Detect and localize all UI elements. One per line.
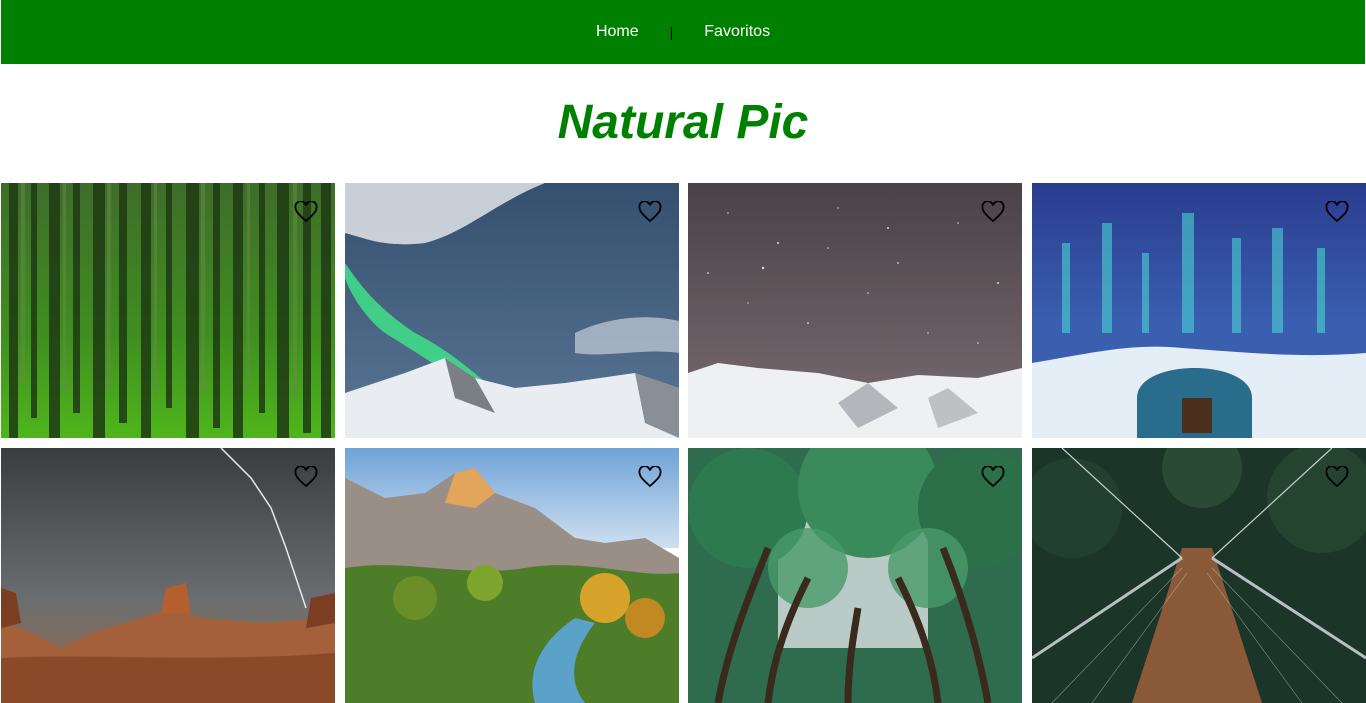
photo-card[interactable] xyxy=(345,183,679,438)
aurora-mountain-photo xyxy=(345,183,679,438)
suspension-bridge-photo xyxy=(1032,448,1366,703)
favorite-heart-icon[interactable] xyxy=(294,201,318,223)
photo-card[interactable] xyxy=(688,448,1022,703)
photo-card[interactable] xyxy=(688,183,1022,438)
canyon-river-photo xyxy=(345,448,679,703)
tree-tunnel-photo xyxy=(688,448,1022,703)
favorite-heart-icon[interactable] xyxy=(638,201,662,223)
favorite-heart-icon[interactable] xyxy=(981,201,1005,223)
favorite-heart-icon[interactable] xyxy=(981,466,1005,488)
favorite-heart-icon[interactable] xyxy=(1325,466,1349,488)
desert-lightning-photo xyxy=(1,448,335,703)
forest-photo xyxy=(1,183,335,438)
photo-card[interactable] xyxy=(1,448,335,703)
page-title: Natural Pic xyxy=(557,96,809,149)
navbar: Home | Favoritos xyxy=(1,0,1365,64)
aurora-igloo-photo xyxy=(1032,183,1366,438)
photo-card[interactable] xyxy=(1,183,335,438)
favorite-heart-icon[interactable] xyxy=(1325,201,1349,223)
starry-snow-mountains-photo xyxy=(688,183,1022,438)
photo-card[interactable] xyxy=(1032,448,1366,703)
nav-link-home[interactable]: Home xyxy=(596,23,639,41)
photo-card[interactable] xyxy=(345,448,679,703)
nav-separator: | xyxy=(669,24,674,40)
photo-card[interactable] xyxy=(1032,183,1366,438)
favorite-heart-icon[interactable] xyxy=(294,466,318,488)
nav-link-favoritos[interactable]: Favoritos xyxy=(704,23,770,41)
favorite-heart-icon[interactable] xyxy=(638,466,662,488)
